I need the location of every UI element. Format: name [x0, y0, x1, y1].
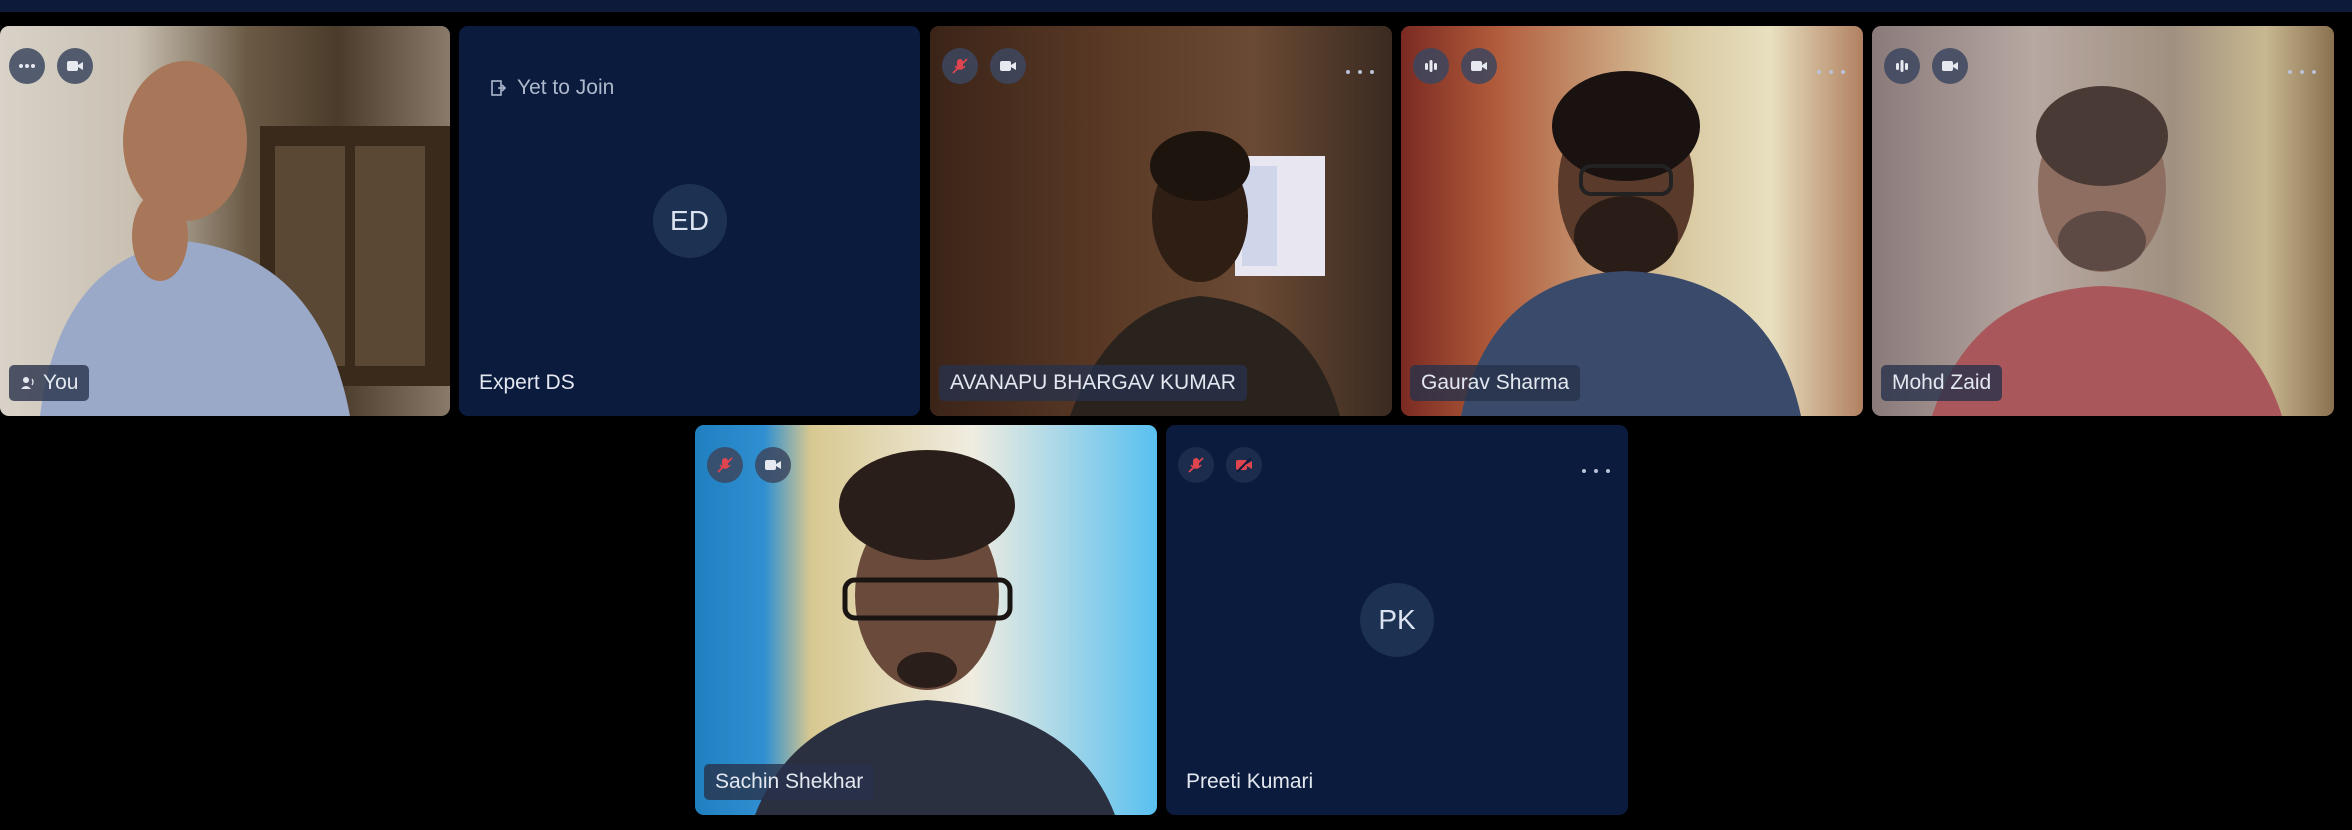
- mic-button[interactable]: [707, 447, 743, 483]
- more-dot: [1370, 70, 1374, 74]
- more-dot: [2312, 70, 2316, 74]
- camera-icon: [1471, 61, 1487, 71]
- participant-name: Mohd Zaid: [1892, 371, 1992, 394]
- participant-name-tag: Mohd Zaid: [1881, 365, 2003, 401]
- camera-button[interactable]: [1932, 48, 1968, 84]
- join-status-text: Yet to Join: [517, 76, 615, 99]
- participant-tile-expert-ds[interactable]: Yet to Join ED Expert DS: [459, 26, 920, 416]
- participant-name-tag: Sachin Shekhar: [704, 764, 875, 800]
- participant-tile-you[interactable]: You: [0, 26, 450, 416]
- participant-name-tag: AVANAPU BHARGAV KUMAR: [939, 365, 1247, 401]
- camera-icon: [67, 61, 83, 71]
- tile-controls: [9, 48, 93, 84]
- more-dot: [1594, 469, 1598, 473]
- participant-name: Preeti Kumari: [1186, 770, 1314, 793]
- mic-off-icon: [1188, 457, 1204, 473]
- more-dot: [1841, 70, 1845, 74]
- participant-tile-preeti[interactable]: PK Preeti Kumari: [1166, 425, 1628, 815]
- camera-off-icon: [1236, 457, 1252, 473]
- camera-icon: [765, 460, 781, 470]
- participant-name-tag: Expert DS: [479, 365, 586, 401]
- tile-controls: [1178, 447, 1262, 483]
- more-dot: [1346, 70, 1350, 74]
- tile-controls: [942, 48, 1026, 84]
- video-feed: [0, 26, 450, 416]
- participant-name: Expert DS: [479, 371, 575, 394]
- tile-controls: [707, 447, 791, 483]
- speaker-person-icon: [21, 377, 34, 389]
- participant-name: Sachin Shekhar: [715, 770, 864, 793]
- more-options-button[interactable]: [2288, 64, 2316, 80]
- more-dot: [2300, 70, 2304, 74]
- camera-button[interactable]: [755, 447, 791, 483]
- video-feed: [695, 425, 1157, 815]
- mic-button[interactable]: [942, 48, 978, 84]
- participant-name: You: [43, 371, 79, 394]
- join-status: Yet to Join: [489, 76, 614, 100]
- mic-off-icon: [952, 58, 968, 74]
- tile-controls: [1413, 48, 1497, 84]
- audio-level-icon: [1425, 60, 1437, 72]
- avatar: ED: [652, 184, 727, 258]
- more-dot: [1358, 70, 1362, 74]
- more-dot: [2288, 70, 2292, 74]
- participant-name-tag: Gaurav Sharma: [1410, 365, 1581, 401]
- participant-tile-mohd-zaid[interactable]: Mohd Zaid: [1872, 26, 2334, 416]
- participant-name-tag: Preeti Kumari: [1186, 764, 1324, 800]
- participant-tile-sachin[interactable]: Sachin Shekhar: [695, 425, 1157, 815]
- more-dot: [1829, 70, 1833, 74]
- mic-button[interactable]: [1884, 48, 1920, 84]
- mic-button[interactable]: [1178, 447, 1214, 483]
- mic-off-icon: [717, 457, 733, 473]
- camera-icon: [1942, 61, 1958, 71]
- video-feed: [1872, 26, 2334, 416]
- avatar-initials: PK: [1378, 604, 1416, 635]
- more-options-button[interactable]: [1346, 64, 1374, 80]
- exit-door-icon: [491, 80, 507, 96]
- more-dot: [1817, 70, 1821, 74]
- camera-button[interactable]: [990, 48, 1026, 84]
- camera-button[interactable]: [1461, 48, 1497, 84]
- participant-name-tag: You: [9, 365, 90, 401]
- participant-tile-avanapu[interactable]: AVANAPU BHARGAV KUMAR: [930, 26, 1392, 416]
- more-icon: [19, 64, 35, 68]
- more-options-button[interactable]: [9, 48, 45, 84]
- top-bar: [0, 0, 2352, 12]
- participant-tile-gaurav[interactable]: Gaurav Sharma: [1401, 26, 1863, 416]
- more-options-button[interactable]: [1817, 64, 1845, 80]
- participant-name: Gaurav Sharma: [1421, 371, 1570, 394]
- video-feed: [1401, 26, 1863, 416]
- mic-button[interactable]: [1413, 48, 1449, 84]
- more-dot: [1606, 469, 1610, 473]
- camera-button[interactable]: [57, 48, 93, 84]
- camera-icon: [1000, 61, 1016, 71]
- avatar-initials: ED: [670, 205, 709, 236]
- avatar: PK: [1360, 583, 1434, 657]
- more-dot: [1582, 469, 1586, 473]
- participant-name: AVANAPU BHARGAV KUMAR: [950, 371, 1236, 394]
- more-options-button[interactable]: [1582, 463, 1610, 479]
- video-feed: [930, 26, 1392, 416]
- audio-level-icon: [1896, 60, 1908, 72]
- tile-controls: [1884, 48, 1968, 84]
- camera-button[interactable]: [1226, 447, 1262, 483]
